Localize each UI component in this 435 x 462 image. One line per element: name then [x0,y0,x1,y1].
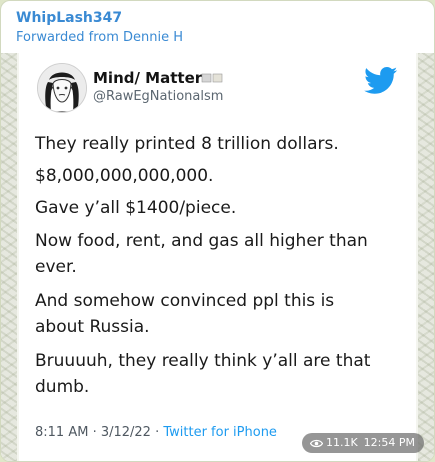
frame-border-right [418,53,434,461]
tweet-source: Twitter for iPhone [163,425,277,440]
tweet-text-line: Gave y’all $1400/piece. [35,198,237,218]
avatar [37,63,87,113]
message-meta-overlay: 11.1K 12:54 PM [301,433,424,453]
tweet-card: Mind/ Matter @RawEgNationalsm They reall… [19,53,416,461]
frame-border-left [1,53,17,461]
display-name: Mind/ Matter [93,69,203,87]
tweet-date: 8:11 AM · 3/12/22 · [35,425,164,440]
tweet-text-line: about Russia. [35,317,150,337]
tweet-text-line: Now food, rent, and gas all higher than [35,231,368,251]
message-time: 12:54 PM [363,436,415,449]
wojak-avatar-icon [38,64,86,112]
sender-name[interactable]: WhipLash347 [16,9,122,27]
tweet-text-line: And somehow convinced ppl this is [35,291,335,311]
view-count: 11.1K [325,436,358,449]
flag-emoji-icon [201,73,223,83]
tweet-text-line: They really printed 8 trillion dollars. [35,134,339,154]
forwarded-from-label[interactable]: Forwarded from Dennie H [16,29,183,47]
twitter-handle: @RawEgNationalsm [93,89,224,104]
tweet-text-line: Bruuuuh, they really think y’all are tha… [35,351,371,371]
tweet-screenshot-image[interactable]: Mind/ Matter @RawEgNationalsm They reall… [1,53,434,461]
tweet-text-line: dumb. [35,377,90,397]
tweet-timestamp: 8:11 AM · 3/12/22 · Twitter for iPhone [35,425,277,441]
tweet-text-line: ever. [35,257,77,277]
eye-icon [309,439,323,447]
tweet-text-line: $8,000,000,000,000. [35,166,214,186]
twitter-bird-icon [364,67,398,94]
message-bubble[interactable]: WhipLash347 Forwarded from Dennie H Mind… [0,0,435,462]
